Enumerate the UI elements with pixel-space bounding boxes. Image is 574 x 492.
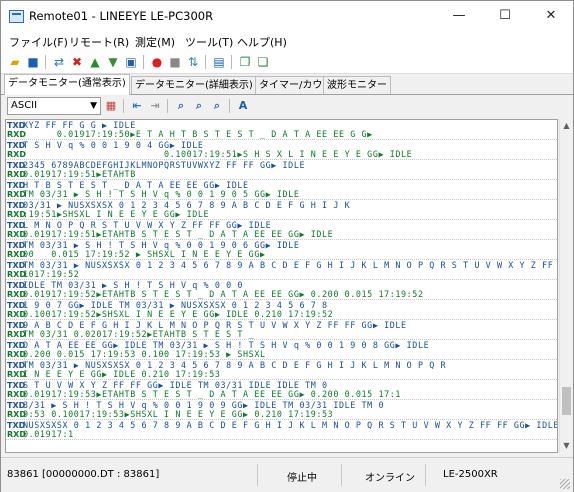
status-bar: 83861 [00000000.DT : 83861] 停止中 オンライン LE… — [1, 457, 573, 492]
rxd-data: :19:51▶SHSXL I N E E Y E GG▶ IDLE — [23, 209, 210, 219]
upload-icon[interactable]: ▲ — [87, 54, 103, 70]
app-icon — [9, 10, 24, 23]
status-state: 停止中 — [287, 473, 317, 484]
rxd-data: 0.10017:19:51▶S H S X L I N E E Y E GG▶ … — [23, 149, 413, 159]
title-bar[interactable]: Remote01 - LINEEYE LE-PC300R — ☐ ✕ — [1, 1, 573, 31]
download-icon[interactable]: ▼ — [105, 54, 121, 70]
rxd-data: 9:53 0.10017:19:53▶SHSXL I N E E Y E GG▶… — [23, 409, 334, 419]
monitor-rx-line: RXD 0.01917:19:50▶E T A H T B S T E S T … — [6, 130, 557, 140]
minimize-button[interactable]: — — [437, 3, 481, 29]
code-table-icon[interactable]: ▦ — [103, 98, 119, 114]
monitor-rx-line: RXD 1017:19:52 — [6, 270, 557, 280]
tab-data-monitor-normal[interactable]: データモニター(通常表示) — [4, 74, 130, 95]
status-connection: オンライン — [365, 473, 415, 484]
monitor-rx-line: RXD 0.01917:19:53▶ETAHTB S T E S T _ D A … — [6, 390, 557, 400]
menu-help[interactable]: ヘルプ(H) — [237, 34, 287, 50]
monitor-rx-line: RXD 0.01917:19:51▶ETAHTB — [6, 170, 557, 180]
scroll-thumb[interactable] — [562, 387, 571, 415]
main-toolbar: ▰ ■ ⇄ ✖ ▲ ▼ ▣ ● ■ ⇅ ▤ ❐ ❏ — [1, 51, 573, 74]
monitor-rx-line: RXD 0.01917:19:52▶ETAHTB S T E S T _ D A … — [6, 290, 557, 300]
rxd-data: 00 0.015 17:19:52 ▶ SHSXL I N E E Y E GG… — [23, 249, 266, 259]
rxd-data: TM 03/31 ▶ S H ! T S H V q % 0 0 1 9 0 5… — [23, 189, 300, 199]
txd-data: NUSXSXSX 0 1 2 3 4 5 6 7 8 9 A B C D E F… — [23, 420, 558, 430]
status-separator — [341, 464, 342, 486]
window-title: Remote01 - LINEEYE LE-PC300R — [29, 9, 214, 23]
monitor-rx-line: RXD TM 03/31 0.02017:19:52▶ETAHTB S T E S… — [6, 330, 557, 340]
save-icon[interactable]: ■ — [25, 54, 41, 70]
tab-waveform-monitor[interactable]: 波形モニター — [323, 76, 391, 94]
rxd-data: TM 03/31 0.02017:19:52▶ETAHTB S T E S T … — [23, 329, 255, 339]
menu-measure[interactable]: 測定(M) — [135, 34, 175, 50]
code-select[interactable]: ASCII ▼ — [7, 97, 101, 115]
view-toolbar: ASCII ▼ ▦ ⇤ ⇥ ⌕ ⌕ ⌕ A — [1, 95, 573, 117]
rxd-data: I N E E Y E GG▶ IDLE 0.210 17:19:53 — [23, 369, 221, 379]
toolbar-separator — [167, 99, 168, 113]
monitor-rx-line: RXD 0.10017:19:51▶S H S X L I N E E Y E … — [6, 150, 557, 160]
toolbar-separator — [45, 55, 46, 69]
align-left-icon[interactable]: ⇤ — [129, 98, 145, 114]
toolbar-separator — [231, 55, 232, 69]
screenshot-icon[interactable]: ▣ — [123, 54, 139, 70]
vertical-scrollbar[interactable]: ▲ ▼ — [559, 119, 573, 453]
rxd-data: 0.01917:1 — [23, 429, 74, 439]
font-size-icon[interactable]: A — [235, 98, 251, 114]
toolbar-separator — [205, 55, 206, 69]
search-icon[interactable]: ⌕ — [173, 98, 189, 114]
toolbar-separator — [143, 55, 144, 69]
scroll-up-icon[interactable]: ▲ — [561, 119, 572, 133]
connect-icon[interactable]: ⇄ — [51, 54, 67, 70]
rxd-data: 0.200 0.015 17:19:53 0.100 17:19:53 ▶ SH… — [23, 349, 266, 359]
status-separator — [257, 464, 258, 486]
copy-icon[interactable]: ❐ — [237, 54, 253, 70]
paste-icon[interactable]: ❏ — [255, 54, 271, 70]
monitor-rx-line: RXD 0.10017:19:52▶SHSXL I N E E Y E GG▶ I… — [6, 310, 557, 320]
toolbar-separator — [229, 99, 230, 113]
search-next-icon[interactable]: ⌕ — [209, 98, 225, 114]
status-separator — [425, 464, 426, 486]
open-folder-icon[interactable]: ▰ — [7, 54, 23, 70]
rxd-data: 0.01917:19:50▶E T A H T B S T E S T _ D … — [23, 129, 373, 139]
monitor-tx-line: TXD NUSXSXSX 0 1 2 3 4 5 6 7 8 9 A B C D … — [6, 420, 558, 431]
monitor-rx-line: RXD 0.01917:1 — [6, 430, 557, 440]
monitor-rx-line: RXD:19:51▶SHSXL I N E E Y E GG▶ IDLE — [6, 210, 557, 220]
monitor-rx-line: RXD 9:53 0.10017:19:53▶SHSXL I N E E Y E … — [6, 410, 557, 420]
monitor-rx-line: RXD 0.01917:19:51▶ETAHTB S T E S T _ D A … — [6, 230, 557, 240]
chevron-down-icon: ▼ — [90, 101, 97, 111]
status-device: LE-2500XR — [443, 469, 498, 480]
monitor-icon[interactable]: ▤ — [211, 54, 227, 70]
monitor-rx-line: RXD 0.200 0.015 17:19:53 0.100 17:19:53 ▶… — [6, 350, 557, 360]
close-button[interactable]: ✕ — [529, 3, 573, 29]
data-monitor-view[interactable]: TXD XYZ FF FF G G ▶ IDLE RXD 0.01917:19:50… — [5, 119, 558, 453]
stop-icon[interactable]: ■ — [167, 54, 183, 70]
tab-data-monitor-detail[interactable]: データモニター(詳細表示) — [131, 76, 257, 94]
monitor-rx-line: RXD I N E E Y E GG▶ IDLE 0.210 17:19:53 — [6, 370, 557, 380]
rxd-data: 0.01917:19:51▶ETAHTB — [23, 169, 136, 179]
main-window: Remote01 - LINEEYE LE-PC300R — ☐ ✕ ファイル(… — [0, 0, 574, 492]
search-prev-icon[interactable]: ⌕ — [191, 98, 207, 114]
rxd-data: 0.01917:19:51▶ETAHTB S T E S T _ D A T A… — [23, 229, 334, 239]
record-icon[interactable]: ● — [149, 54, 165, 70]
toolbar-separator — [123, 99, 124, 113]
rxd-data: 0.01917:19:52▶ETAHTB S T E S T _ D A T A… — [23, 289, 424, 299]
code-select-value: ASCII — [11, 100, 38, 111]
menu-bar: ファイル(F) リモート(R) 測定(M) ツール(T) ヘルプ(H) — [1, 31, 573, 51]
rxd-data: 1017:19:52 — [23, 269, 80, 279]
scroll-down-icon[interactable]: ▼ — [561, 439, 572, 453]
transfer-icon[interactable]: ⇅ — [185, 54, 201, 70]
menu-file[interactable]: ファイル(F) — [9, 34, 68, 50]
monitor-rx-line: RXD 00 0.015 17:19:52 ▶ SHSXL I N E E Y E… — [6, 250, 557, 260]
disconnect-icon[interactable]: ✖ — [69, 54, 85, 70]
tab-strip: データモニター(通常表示) データモニター(詳細表示) タイマー/カウンタ 波形… — [1, 74, 573, 95]
txd-data: TM 03/31 ▶ NUSXSXSX 0 1 2 3 4 5 6 7 8 9 … — [23, 260, 558, 270]
resize-grip[interactable] — [560, 479, 570, 489]
align-right-icon[interactable]: ⇥ — [147, 98, 163, 114]
monitor-tx-line: TXD TM 03/31 ▶ NUSXSXSX 0 1 2 3 4 5 6 7 8… — [6, 260, 558, 271]
rxd-data: 0.10017:19:52▶SHSXL I N E E Y E GG▶ IDLE… — [23, 309, 334, 319]
menu-remote[interactable]: リモート(R) — [69, 34, 129, 50]
maximize-button[interactable]: ☐ — [483, 3, 527, 29]
status-position: 83861 [00000000.DT : 83861] — [7, 469, 160, 480]
menu-tools[interactable]: ツール(T) — [185, 34, 233, 50]
rxd-data: 0.01917:19:53▶ETAHTB S T E S T _ D A T A… — [23, 389, 402, 399]
monitor-rx-line: RXD TM 03/31 ▶ S H ! T S H V q % 0 0 1 9 … — [6, 190, 557, 200]
